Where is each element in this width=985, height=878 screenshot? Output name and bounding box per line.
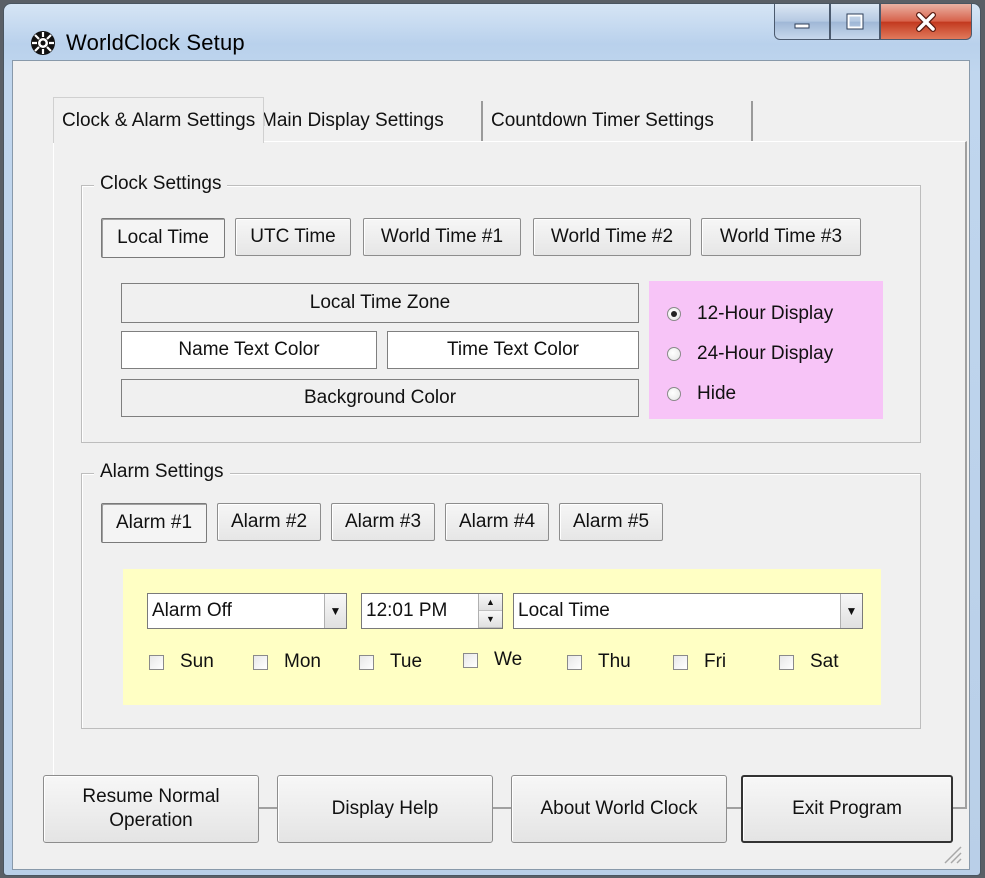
radio-selected-icon: [667, 307, 681, 321]
checkbox-icon: [567, 654, 582, 670]
alarm-mode-value: Alarm Off: [152, 600, 232, 621]
day-label: Sun: [180, 651, 214, 672]
radio-icon: [667, 387, 681, 401]
minimize-icon: [794, 23, 810, 28]
resume-normal-operation-button[interactable]: Resume Normal Operation: [43, 775, 259, 843]
time-text-color-field[interactable]: Time Text Color: [387, 331, 639, 369]
chevron-down-icon[interactable]: ▼: [324, 594, 346, 628]
day-label: Fri: [704, 651, 727, 672]
checkbox-icon: [253, 654, 268, 670]
day-label: We: [494, 649, 523, 670]
resize-grip-icon[interactable]: [941, 843, 963, 865]
background-color-field[interactable]: Background Color: [121, 379, 639, 417]
checkbox-icon: [463, 652, 478, 668]
day-label: Thu: [598, 651, 631, 672]
resume-button-label: Resume Normal Operation: [82, 785, 219, 833]
day-checkbox-fri[interactable]: Fri: [673, 651, 726, 673]
day-checkbox-wed[interactable]: We: [463, 649, 522, 671]
alarm-5-button[interactable]: Alarm #5: [559, 503, 663, 541]
close-button[interactable]: [880, 4, 972, 40]
client-area: Clock & Alarm Settings Main Display Sett…: [12, 60, 970, 870]
day-label: Tue: [390, 651, 423, 672]
alarm-zone-select[interactable]: Local Time ▼: [513, 593, 863, 629]
setup-window: WorldClock Setup Clock & Alarm Settings …: [3, 3, 981, 876]
local-time-button[interactable]: Local Time: [101, 218, 225, 258]
tab-label: Countdown Timer Settings: [491, 110, 714, 131]
tab-label: Main Display Settings: [261, 110, 444, 131]
day-checkbox-thu[interactable]: Thu: [567, 651, 631, 673]
alarm-4-button[interactable]: Alarm #4: [445, 503, 549, 541]
clock-icon: [31, 31, 55, 55]
utc-time-button[interactable]: UTC Time: [235, 218, 351, 256]
alarm-2-button[interactable]: Alarm #2: [217, 503, 321, 541]
window-title: WorldClock Setup: [66, 30, 245, 55]
checkbox-icon: [673, 654, 688, 670]
world-time-2-button[interactable]: World Time #2: [533, 218, 691, 256]
alarm-detail-panel: [123, 569, 881, 705]
radio-icon: [667, 347, 681, 361]
radio-12-hour[interactable]: 12-Hour Display: [667, 303, 833, 325]
close-icon: [916, 11, 936, 32]
checkbox-icon: [779, 654, 794, 670]
resume-line-1: Resume Normal: [82, 786, 220, 808]
world-time-1-button[interactable]: World Time #1: [363, 218, 521, 256]
alarm-settings-title: Alarm Settings: [94, 461, 230, 483]
alarm-time-spinner[interactable]: 12:01 PM ▲ ▼: [361, 593, 503, 629]
day-label: Sat: [810, 651, 839, 672]
day-checkbox-sat[interactable]: Sat: [779, 651, 839, 673]
checkbox-icon: [149, 654, 164, 670]
maximize-button[interactable]: [830, 4, 880, 40]
radio-24-hour[interactable]: 24-Hour Display: [667, 343, 833, 365]
alarm-zone-value: Local Time: [518, 600, 610, 621]
radio-label: 12-Hour Display: [697, 303, 834, 324]
world-time-3-button[interactable]: World Time #3: [701, 218, 861, 256]
time-spin-control: ▲ ▼: [478, 594, 502, 628]
tab-label: Clock & Alarm Settings: [62, 109, 256, 131]
clock-settings-title: Clock Settings: [94, 173, 228, 195]
alarm-time-value: 12:01 PM: [366, 600, 448, 621]
resume-line-2: Operation: [109, 810, 193, 831]
alarm-3-button[interactable]: Alarm #3: [331, 503, 435, 541]
name-text-color-field[interactable]: Name Text Color: [121, 331, 377, 369]
alarm-mode-select[interactable]: Alarm Off ▼: [147, 593, 347, 629]
exit-program-button[interactable]: Exit Program: [741, 775, 953, 843]
alarm-1-button[interactable]: Alarm #1: [101, 503, 207, 543]
day-checkbox-tue[interactable]: Tue: [359, 651, 422, 673]
radio-label: 24-Hour Display: [697, 343, 834, 364]
radio-label: Hide: [697, 383, 737, 404]
day-label: Mon: [284, 651, 321, 672]
tab-countdown-timer[interactable]: Countdown Timer Settings: [483, 101, 753, 141]
chevron-down-icon[interactable]: ▼: [840, 594, 862, 628]
local-time-zone-field[interactable]: Local Time Zone: [121, 283, 639, 323]
tab-clock-alarm[interactable]: Clock & Alarm Settings: [53, 97, 265, 143]
day-checkbox-sun[interactable]: Sun: [149, 651, 214, 673]
radio-hide[interactable]: Hide: [667, 383, 736, 405]
day-checkbox-mon[interactable]: Mon: [253, 651, 321, 673]
spin-down-icon[interactable]: ▼: [479, 611, 502, 628]
tab-main-display[interactable]: Main Display Settings: [253, 101, 483, 141]
spin-up-icon[interactable]: ▲: [479, 594, 502, 611]
minimize-button[interactable]: [774, 4, 830, 40]
display-help-button[interactable]: Display Help: [277, 775, 493, 843]
maximize-icon: [846, 13, 864, 29]
checkbox-icon: [359, 654, 374, 670]
about-world-clock-button[interactable]: About World Clock: [511, 775, 727, 843]
